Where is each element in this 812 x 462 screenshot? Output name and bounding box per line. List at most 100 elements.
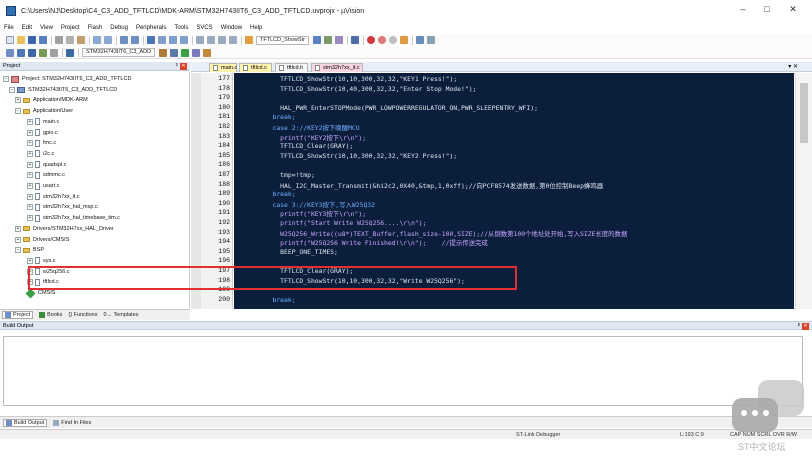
expand-icon[interactable]: +	[27, 257, 33, 264]
debug-session-icon[interactable]	[350, 36, 359, 44]
configure-icon[interactable]	[426, 36, 435, 44]
expand-icon[interactable]: +	[27, 193, 33, 200]
breakpoint-icon[interactable]	[366, 36, 375, 44]
target-select[interactable]: STM32H743IIT6_C3_ADD	[82, 48, 156, 57]
tree-item[interactable]: + fmc.c	[27, 138, 56, 148]
code-line[interactable]: printf("Start Write W25Q256....\r\n");	[234, 219, 426, 227]
tab-main-c[interactable]: main.c	[209, 63, 237, 72]
disable-breakpoints-icon[interactable]	[388, 36, 397, 44]
expand-icon[interactable]: +	[27, 129, 33, 136]
tree-item[interactable]: + main.c	[27, 117, 59, 127]
collapse-icon[interactable]: −	[15, 108, 21, 115]
navigate-back-icon[interactable]	[120, 36, 128, 44]
code-line[interactable]: break;	[234, 113, 295, 121]
kill-breakpoints-icon[interactable]	[399, 36, 408, 44]
maximize-button[interactable]: □	[756, 4, 778, 14]
tree-item[interactable]: + usart.c	[27, 181, 60, 191]
bookmark-icon[interactable]	[147, 36, 155, 44]
tab-tftlcd-c[interactable]: tftlcd.c	[239, 63, 272, 72]
code-line[interactable]: W25Q256_Write((u8*)TEXT_Buffer,flash_siz…	[234, 229, 627, 238]
tree-item[interactable]: + Drivers/CMSIS	[15, 235, 69, 245]
tree-item[interactable]: + stm32h7xx_hal_msp.c	[27, 202, 98, 212]
tree-item[interactable]: + Application/MDK-ARM	[15, 95, 88, 105]
rebuild-icon[interactable]	[28, 48, 36, 57]
open-file-icon[interactable]	[17, 36, 25, 44]
code-line[interactable]: TFTLCD_Clear(GRAY);	[234, 142, 353, 150]
indent-icon[interactable]	[196, 36, 204, 44]
collapse-icon[interactable]: −	[15, 247, 21, 254]
tree-item[interactable]: + gpio.c	[27, 128, 58, 138]
build-output-text-area[interactable]	[3, 336, 803, 406]
tree-item[interactable]: + stm32h7xx_hal_timebase_tim.c	[27, 213, 120, 223]
tab-find-in-files[interactable]: Find In Files	[53, 419, 91, 426]
file-extensions-icon[interactable]	[170, 48, 179, 57]
close-button[interactable]: ✕	[782, 4, 804, 15]
undo-icon[interactable]	[93, 36, 101, 44]
code-line[interactable]: break;	[234, 296, 295, 304]
tab-functions[interactable]: {} Functions	[68, 312, 97, 318]
menu-help[interactable]: Help	[250, 25, 262, 31]
code-line[interactable]: printf("KEY3按下\r\n");	[234, 209, 366, 218]
code-line[interactable]: HAL_PWR_EnterSTOPMode(PWR_LOWPOWERREGULA…	[234, 104, 538, 112]
close-icon[interactable]: ✕	[802, 323, 809, 330]
menu-tools[interactable]: Tools	[174, 25, 188, 31]
prev-bookmark-icon[interactable]	[158, 36, 166, 44]
code-line[interactable]: HAL_I2C_Master_Transmit(&hi2c2,0X40,&tmp…	[234, 181, 603, 190]
menu-edit[interactable]: Edit	[22, 25, 32, 31]
expand-icon[interactable]: +	[27, 161, 33, 168]
menu-flash[interactable]: Flash	[88, 25, 103, 31]
clear-bookmarks-icon[interactable]	[180, 36, 188, 44]
code-line[interactable]: TFTLCD_ShowStr(10,10,300,32,32,"KEY1 Pre…	[234, 75, 457, 83]
tree-item[interactable]: + sys.c	[27, 256, 56, 266]
find-in-files-icon[interactable]	[245, 36, 253, 44]
code-line[interactable]: case 3://KEY3按下,写入W25Q32	[234, 200, 375, 209]
build-icon[interactable]	[17, 48, 25, 57]
save-icon[interactable]	[28, 36, 36, 44]
tree-item[interactable]: + stm32h7xx_it.c	[27, 192, 80, 202]
close-icon[interactable]: ✕	[180, 63, 187, 70]
tree-item[interactable]: + sdmmc.c	[27, 170, 65, 180]
pin-icon[interactable]: ᵖ	[798, 322, 800, 330]
menu-window[interactable]: Window	[221, 25, 242, 31]
select-software-packs-icon[interactable]	[203, 48, 212, 57]
target-options-icon[interactable]	[159, 48, 168, 57]
expand-icon[interactable]: +	[27, 204, 33, 211]
tab-tftlcd-h[interactable]: tftlcd.h	[275, 63, 308, 72]
code-line[interactable]: BEEP_ONE_TIMES;	[234, 248, 338, 256]
tab-project[interactable]: Project	[2, 311, 34, 319]
collapse-icon[interactable]: −	[9, 86, 15, 93]
tab-build-output[interactable]: Build Output	[3, 418, 48, 427]
comment-icon[interactable]	[218, 36, 226, 44]
tree-item[interactable]: − Application/User	[15, 106, 73, 116]
tree-item[interactable]: − Project: STM32H743IIT6_C3_ADD_TFTLCD	[3, 74, 131, 84]
expand-icon[interactable]: +	[27, 150, 33, 157]
menu-debug[interactable]: Debug	[110, 25, 128, 31]
menu-peripherals[interactable]: Peripherals	[136, 25, 166, 31]
code-line[interactable]: printf("KEY2按下\r\n");	[234, 133, 366, 142]
tab-books[interactable]: Books	[39, 312, 62, 318]
tree-item[interactable]: + quadspi.c	[27, 160, 67, 170]
code-line[interactable]: TFTLCD_ShowStr(10,40,300,32,32,"Enter St…	[234, 85, 476, 93]
browse-icon[interactable]	[334, 36, 343, 44]
menu-project[interactable]: Project	[61, 25, 80, 31]
editor-vertical-scrollbar[interactable]	[795, 73, 812, 309]
save-all-icon[interactable]	[39, 36, 47, 44]
code-line[interactable]: break;	[234, 190, 295, 198]
tab-stm32h7xx-it-c[interactable]: stm32h7xx_it.c	[311, 63, 363, 72]
copy-icon[interactable]	[66, 36, 74, 44]
code-line[interactable]: TFTLCD_ShowStr(10,10,300,32,32,"KEY2 Pre…	[234, 152, 457, 160]
expand-icon[interactable]: +	[27, 140, 33, 147]
paste-icon[interactable]	[77, 36, 85, 44]
window-layout-icon[interactable]	[415, 36, 424, 44]
scrollbar-thumb[interactable]	[800, 83, 808, 143]
menu-svcs[interactable]: SVCS	[196, 25, 212, 31]
expand-icon[interactable]: +	[27, 183, 33, 189]
expand-icon[interactable]: +	[27, 172, 33, 179]
tree-item[interactable]: + i2c.c	[27, 149, 54, 159]
code-line[interactable]: case 2://KEY2按下唤醒MCU	[234, 123, 359, 132]
batch-build-icon[interactable]	[39, 48, 47, 57]
pack-installer-icon[interactable]	[192, 48, 201, 57]
enable-breakpoint-icon[interactable]	[377, 36, 386, 44]
collapse-icon[interactable]: −	[3, 76, 9, 82]
find-icon[interactable]	[312, 36, 321, 44]
